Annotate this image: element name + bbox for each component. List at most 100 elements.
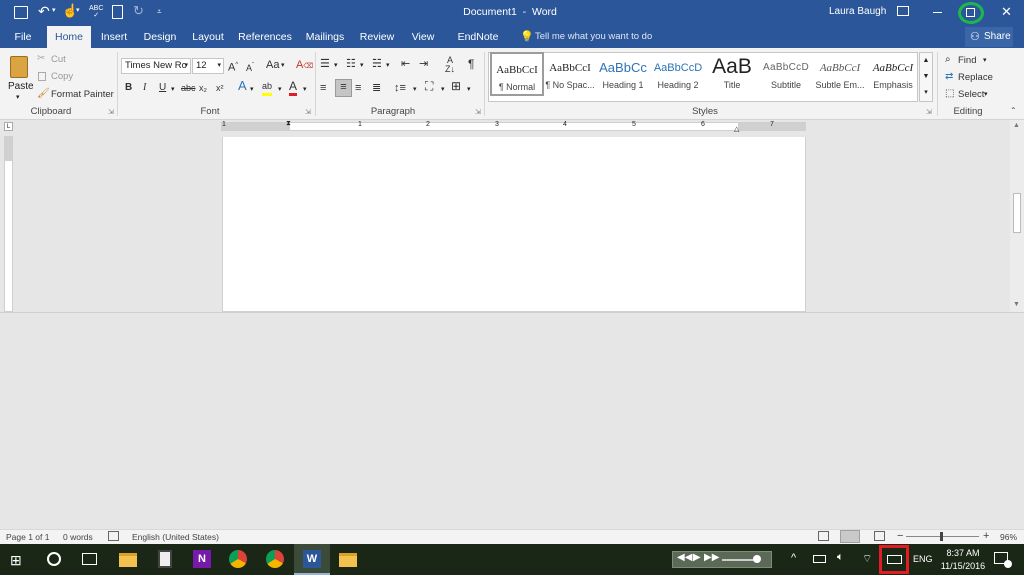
clock-time[interactable]: 8:37 AM xyxy=(943,548,983,558)
collapse-ribbon-icon[interactable]: ⌃ xyxy=(1010,106,1017,115)
tab-review[interactable]: Review xyxy=(357,26,397,48)
align-right-button[interactable]: ≡ xyxy=(355,81,361,95)
decrease-indent-button[interactable]: ⇤ xyxy=(401,57,410,71)
sort-button[interactable]: A Z↓ xyxy=(445,56,455,74)
touch-dropdown-icon[interactable]: ▾ xyxy=(76,6,80,14)
style-no-spacing[interactable]: AaBbCcI ¶ No Spac... xyxy=(543,52,597,96)
language[interactable]: English (United States) xyxy=(132,532,219,542)
minimize-icon[interactable] xyxy=(933,12,942,13)
bold-button[interactable]: B xyxy=(125,81,132,95)
font-size-select[interactable]: 12 ▾ xyxy=(192,58,224,74)
print-preview-icon[interactable] xyxy=(112,5,123,19)
zoom-out-icon[interactable]: − xyxy=(897,530,903,542)
select-dropdown-icon[interactable]: ▾ xyxy=(984,90,988,98)
redo-icon[interactable]: ↻ xyxy=(133,3,144,19)
more-styles-icon[interactable]: ▾ xyxy=(920,85,932,101)
tell-me-box[interactable]: Tell me what you want to do xyxy=(535,31,652,42)
font-launcher-icon[interactable]: ⇲ xyxy=(305,108,311,116)
shrink-font-button[interactable]: Aˇ xyxy=(246,59,254,75)
show-formatting-button[interactable]: ¶ xyxy=(468,57,474,71)
justify-button[interactable]: ≣ xyxy=(372,81,381,95)
bullets-button[interactable]: ☰ xyxy=(320,57,330,71)
shading-button[interactable]: ⛶ xyxy=(425,79,433,93)
chrome-icon[interactable] xyxy=(229,550,247,568)
zoom-level[interactable]: 96% xyxy=(1000,532,1017,542)
folder-icon[interactable] xyxy=(339,553,357,567)
word-taskbar-button[interactable]: W xyxy=(294,544,330,575)
vertical-scrollbar[interactable]: ▲ ▼ xyxy=(1010,120,1024,312)
calculator-icon[interactable] xyxy=(158,550,172,568)
increase-indent-button[interactable]: ⇥ xyxy=(419,57,428,71)
style-heading-1[interactable]: AaBbCc Heading 1 xyxy=(596,52,650,96)
grow-font-button[interactable]: A^ xyxy=(228,58,238,75)
tab-selector-icon[interactable]: L xyxy=(4,122,13,131)
tab-layout[interactable]: Layout xyxy=(188,26,228,48)
task-view-icon[interactable] xyxy=(82,553,97,565)
bullets-dropdown-icon[interactable]: ▾ xyxy=(334,61,338,69)
style-subtitle[interactable]: AaBbCcD Subtitle xyxy=(759,52,813,96)
media-progress-thumb[interactable] xyxy=(753,555,761,563)
paragraph-launcher-icon[interactable]: ⇲ xyxy=(475,108,481,116)
borders-dropdown-icon[interactable]: ▾ xyxy=(467,85,471,93)
underline-dropdown-icon[interactable]: ▾ xyxy=(171,85,175,93)
paste-button[interactable]: Paste ▾ xyxy=(6,54,34,102)
chevron-down-icon[interactable]: ▼ xyxy=(920,69,932,85)
horizontal-ruler[interactable]: 1 1 2 3 4 5 6 7 ⧗ △ xyxy=(221,120,806,133)
battery-icon[interactable] xyxy=(813,555,826,563)
show-hidden-icons-icon[interactable]: ^ xyxy=(791,552,796,564)
input-language[interactable]: ENG xyxy=(913,554,933,564)
select-button[interactable]: Select xyxy=(958,89,984,100)
right-indent-marker-icon[interactable]: △ xyxy=(734,125,739,133)
tab-home[interactable]: Home xyxy=(47,26,91,48)
forward-icon[interactable]: ▶▶ xyxy=(704,552,719,563)
style-title[interactable]: AaB Title xyxy=(705,52,759,96)
numbering-button[interactable]: ☷ xyxy=(346,57,356,71)
style-normal[interactable]: AaBbCcI ¶ Normal xyxy=(490,52,544,96)
clock-date[interactable]: 11/15/2016 xyxy=(938,561,988,571)
align-left-button[interactable]: ≡ xyxy=(320,81,326,95)
read-mode-icon[interactable] xyxy=(818,531,829,541)
document-page[interactable] xyxy=(222,137,806,312)
scroll-thumb[interactable] xyxy=(1013,193,1021,233)
text-effects-button[interactable]: A xyxy=(238,79,247,93)
play-icon[interactable]: ▶ xyxy=(693,552,701,563)
zoom-slider[interactable] xyxy=(906,532,979,541)
find-button[interactable]: Find xyxy=(958,55,976,66)
style-heading-2[interactable]: AaBbCcD Heading 2 xyxy=(651,52,705,96)
change-case-dropdown-icon[interactable]: ▾ xyxy=(281,61,285,69)
cortana-icon[interactable] xyxy=(47,552,61,566)
italic-button[interactable]: I xyxy=(143,81,146,95)
text-effects-dropdown-icon[interactable]: ▾ xyxy=(250,85,254,93)
chrome-icon[interactable] xyxy=(266,550,284,568)
vertical-ruler[interactable] xyxy=(4,136,13,312)
share-button[interactable]: ⚇ Share xyxy=(965,27,1013,47)
onenote-icon[interactable]: N xyxy=(193,550,211,568)
close-icon[interactable]: ✕ xyxy=(1001,4,1012,20)
format-painter-button[interactable]: Format Painter xyxy=(51,89,114,100)
web-layout-icon[interactable] xyxy=(874,531,885,541)
cut-button[interactable]: Cut xyxy=(51,54,66,65)
chevron-up-icon[interactable]: ▲ xyxy=(920,53,932,69)
highlight-button[interactable]: ab xyxy=(262,79,273,96)
touch-keyboard-button[interactable] xyxy=(879,545,909,574)
styles-scroll[interactable]: ▲ ▼ ▾ xyxy=(919,52,933,102)
scroll-up-icon[interactable]: ▲ xyxy=(1013,122,1020,129)
file-explorer-icon[interactable] xyxy=(119,553,137,567)
wifi-icon[interactable]: ⌔ xyxy=(862,552,872,566)
line-spacing-dropdown-icon[interactable]: ▾ xyxy=(413,85,417,93)
save-icon[interactable] xyxy=(14,6,28,19)
customize-toolbar-icon[interactable]: ⩡ xyxy=(157,7,162,17)
tab-endnote[interactable]: EndNote X7 xyxy=(450,26,506,65)
styles-launcher-icon[interactable]: ⇲ xyxy=(926,108,932,116)
tab-view[interactable]: View xyxy=(406,26,440,48)
proofing-icon[interactable] xyxy=(108,531,119,541)
change-case-button[interactable]: Aa xyxy=(266,58,279,72)
clipboard-launcher-icon[interactable]: ⇲ xyxy=(108,108,114,116)
rewind-icon[interactable]: ◀◀ xyxy=(677,552,692,563)
multilevel-list-button[interactable]: ☵ xyxy=(372,57,382,71)
print-layout-icon[interactable] xyxy=(840,530,860,543)
copy-button[interactable]: Copy xyxy=(51,71,73,82)
left-indent-marker-icon[interactable]: ⧗ xyxy=(286,120,291,128)
highlight-dropdown-icon[interactable]: ▾ xyxy=(278,85,282,93)
undo-dropdown-icon[interactable]: ▾ xyxy=(52,6,56,14)
